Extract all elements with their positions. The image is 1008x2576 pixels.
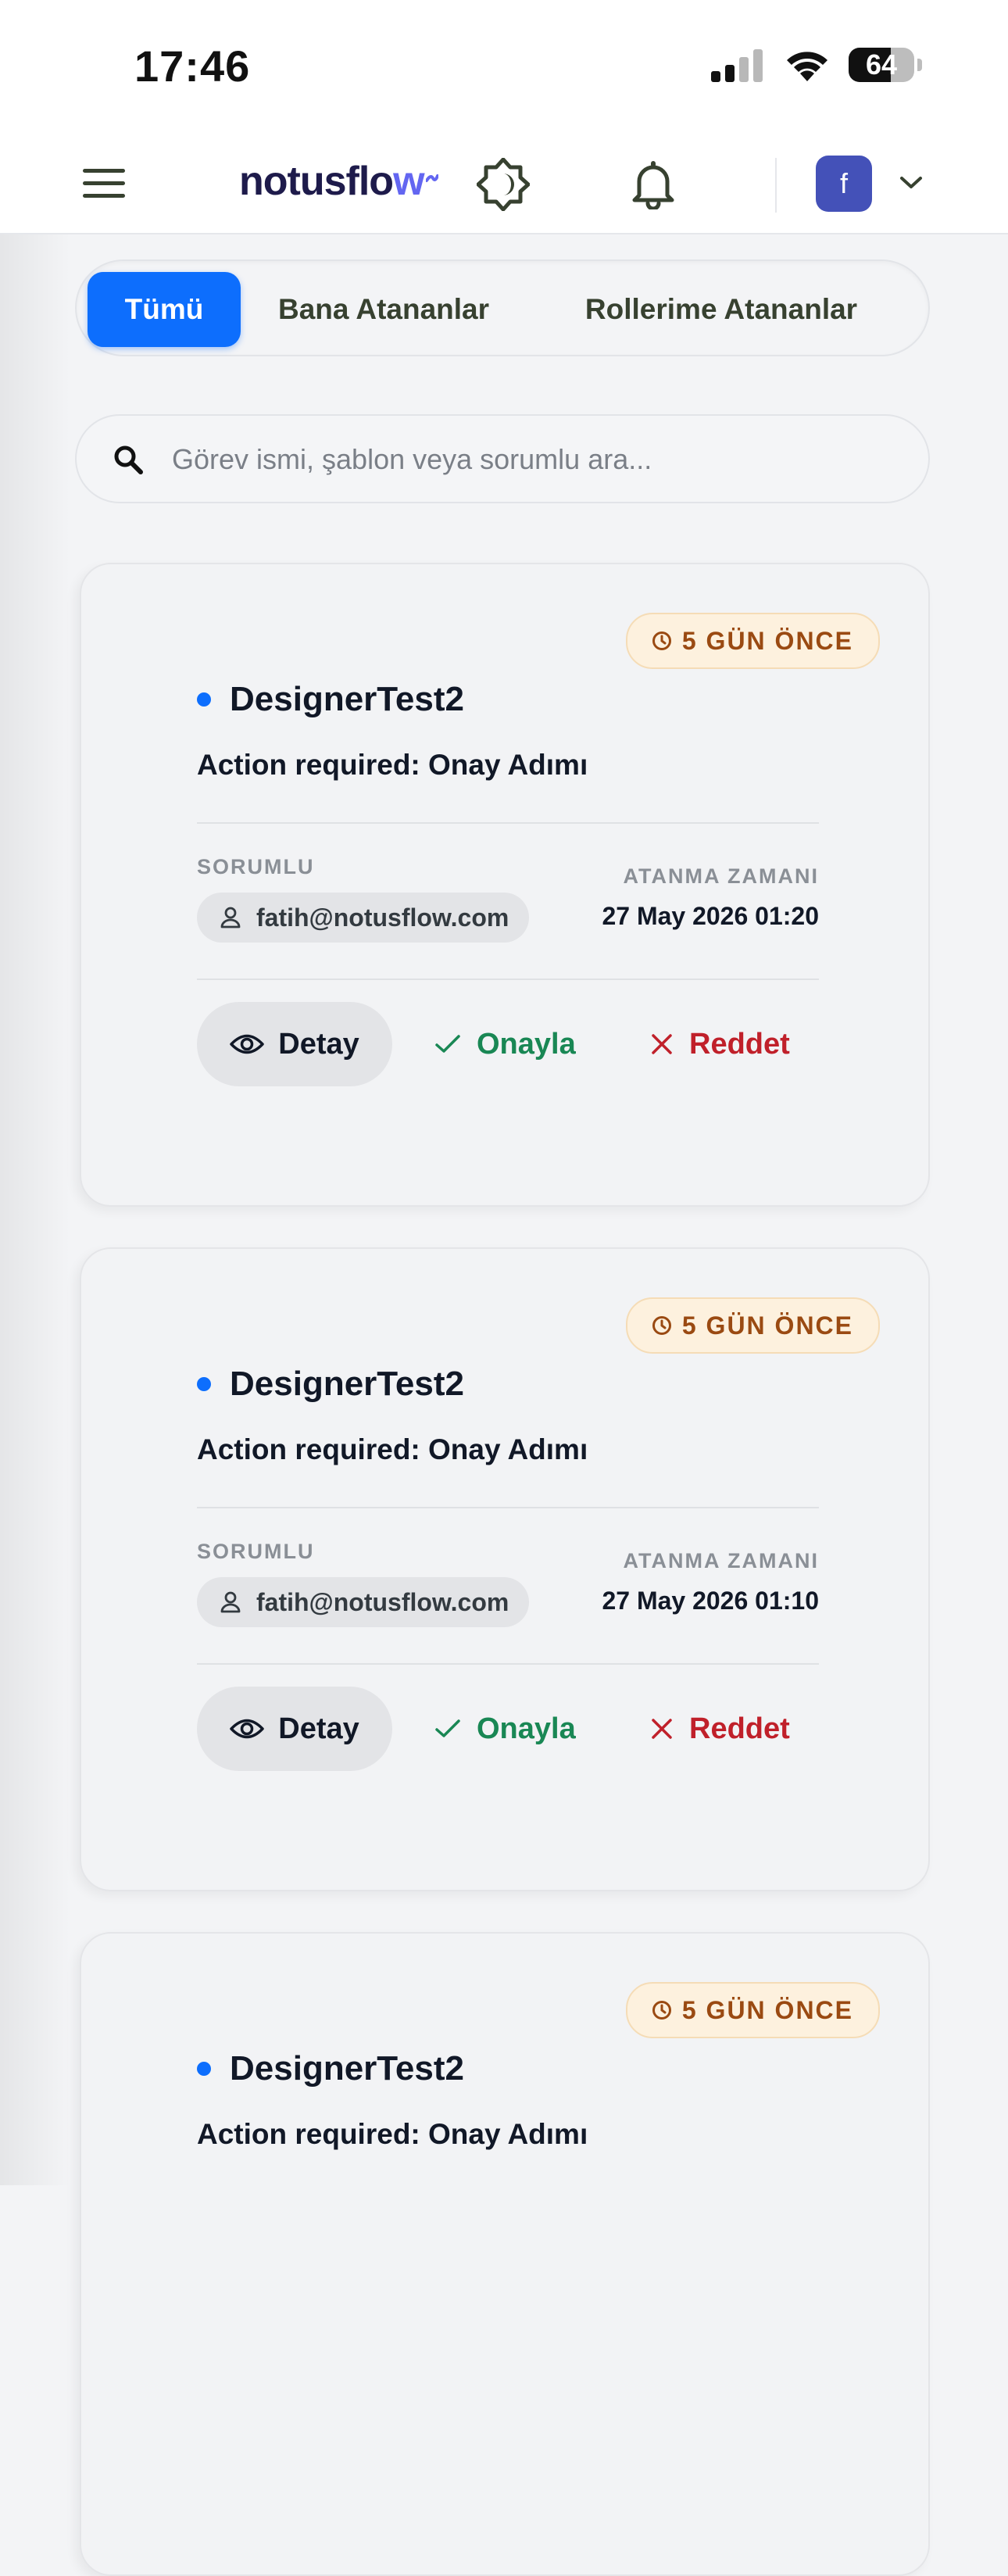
brightness-icon: [477, 158, 530, 211]
task-title-row: DesignerTest2: [197, 1365, 464, 1404]
close-icon: [652, 1034, 672, 1054]
tab-all[interactable]: Tümü: [88, 272, 241, 347]
clock-icon: [652, 631, 671, 650]
close-icon: [652, 1719, 672, 1739]
logo-accent: w: [393, 159, 424, 204]
task-title-row: DesignerTest2: [197, 2049, 464, 2088]
status-icons: 64: [711, 47, 922, 83]
user-icon: [220, 907, 241, 928]
app-header: notusflow f: [0, 133, 1008, 234]
assignee-email: fatih@notusflow.com: [256, 903, 509, 932]
assignee-email: fatih@notusflow.com: [256, 1587, 509, 1616]
reject-button-label: Reddet: [689, 1712, 790, 1745]
status-dot: [197, 692, 211, 707]
bell-icon: [632, 161, 674, 209]
eye-icon: [230, 1034, 264, 1054]
status-dot: [197, 1377, 211, 1391]
task-subtitle: Action required: Onay Adımı: [197, 2118, 588, 2150]
tab-assigned-to-my-roles[interactable]: Rollerime Atananlar: [533, 272, 910, 347]
assignee-chip: fatih@notusflow.com: [197, 893, 530, 943]
eye-icon: [230, 1719, 264, 1739]
status-time: 17:46: [134, 41, 251, 91]
header-divider: [775, 158, 777, 213]
user-menu-toggle[interactable]: [895, 167, 927, 199]
approve-button-label: Onayla: [477, 1027, 576, 1061]
assignee-label: SORUMLU: [197, 1540, 315, 1563]
logo-text: notusflo: [239, 159, 394, 204]
task-subtitle: Action required: Onay Adımı: [197, 1433, 588, 1465]
cellular-signal-icon: [711, 49, 763, 82]
filter-tabs: Tümü Bana Atananlar Rollerime Atananlar: [75, 259, 930, 356]
task-subtitle: Action required: Onay Adımı: [197, 749, 588, 781]
notifications-button[interactable]: [622, 153, 685, 216]
app-logo[interactable]: notusflow: [239, 158, 439, 205]
detail-button-label: Detay: [278, 1027, 359, 1061]
clock-icon: [652, 2001, 671, 2020]
hamburger-menu-icon: [83, 169, 125, 198]
user-icon: [220, 1591, 241, 1613]
approve-button[interactable]: Onayla: [434, 1687, 576, 1771]
check-icon: [435, 1719, 460, 1737]
user-avatar[interactable]: f: [816, 156, 872, 212]
approve-button[interactable]: Onayla: [434, 1002, 576, 1086]
age-badge: 5 GÜN ÖNCE: [625, 613, 880, 669]
theme-toggle-button[interactable]: [472, 153, 534, 216]
task-title: DesignerTest2: [230, 680, 464, 718]
tab-assigned-to-me[interactable]: Bana Atananlar: [261, 272, 506, 347]
approve-button-label: Onayla: [477, 1712, 576, 1745]
status-bar: 17:46 64: [0, 0, 1008, 133]
age-badge-text: 5 GÜN ÖNCE: [681, 626, 853, 655]
reject-button[interactable]: Reddet: [650, 1687, 790, 1771]
avatar-letter: f: [839, 167, 848, 199]
wifi-icon: [787, 52, 827, 81]
task-card: 5 GÜN ÖNCE DesignerTest2 Action required…: [80, 563, 930, 1207]
assigned-time: 27 May 2026 01:10: [602, 1587, 819, 1615]
age-badge-text: 5 GÜN ÖNCE: [681, 1311, 853, 1340]
menu-button[interactable]: [77, 156, 131, 211]
assigned-time-label: ATANMA ZAMANI: [623, 864, 819, 888]
card-divider: [197, 1663, 819, 1665]
card-divider: [197, 1507, 819, 1508]
reject-button-label: Reddet: [689, 1027, 790, 1061]
detail-button[interactable]: Detay: [197, 1002, 392, 1086]
detail-button[interactable]: Detay: [197, 1687, 392, 1771]
search-icon: [114, 445, 143, 474]
reject-button[interactable]: Reddet: [650, 1002, 790, 1086]
check-icon: [435, 1035, 460, 1053]
clock-icon: [652, 1316, 671, 1335]
assigned-time: 27 May 2026 01:20: [602, 902, 819, 930]
search-input[interactable]: [170, 416, 908, 503]
assignee-chip: fatih@notusflow.com: [197, 1577, 530, 1627]
edge-shadow: [0, 0, 70, 2185]
task-title-row: DesignerTest2: [197, 680, 464, 719]
battery-level: 64: [865, 48, 898, 80]
status-dot: [197, 2062, 211, 2076]
age-badge-text: 5 GÜN ÖNCE: [681, 1995, 853, 2024]
assignee-label: SORUMLU: [197, 855, 315, 878]
assigned-time-label: ATANMA ZAMANI: [623, 1549, 819, 1572]
age-badge: 5 GÜN ÖNCE: [625, 1297, 880, 1354]
card-divider: [197, 822, 819, 824]
search-bar: [75, 414, 930, 503]
chevron-down-icon: [900, 177, 922, 188]
task-card: 5 GÜN ÖNCE DesignerTest2 Action required…: [80, 1932, 930, 2576]
task-title: DesignerTest2: [230, 1365, 464, 1403]
detail-button-label: Detay: [278, 1712, 359, 1745]
battery-nub: [917, 59, 922, 71]
logo-swoosh-icon: [424, 174, 439, 182]
card-divider: [197, 979, 819, 980]
age-badge: 5 GÜN ÖNCE: [625, 1982, 880, 2038]
task-card: 5 GÜN ÖNCE DesignerTest2 Action required…: [80, 1247, 930, 1891]
task-title: DesignerTest2: [230, 2049, 464, 2088]
battery-icon: 64: [849, 48, 914, 82]
